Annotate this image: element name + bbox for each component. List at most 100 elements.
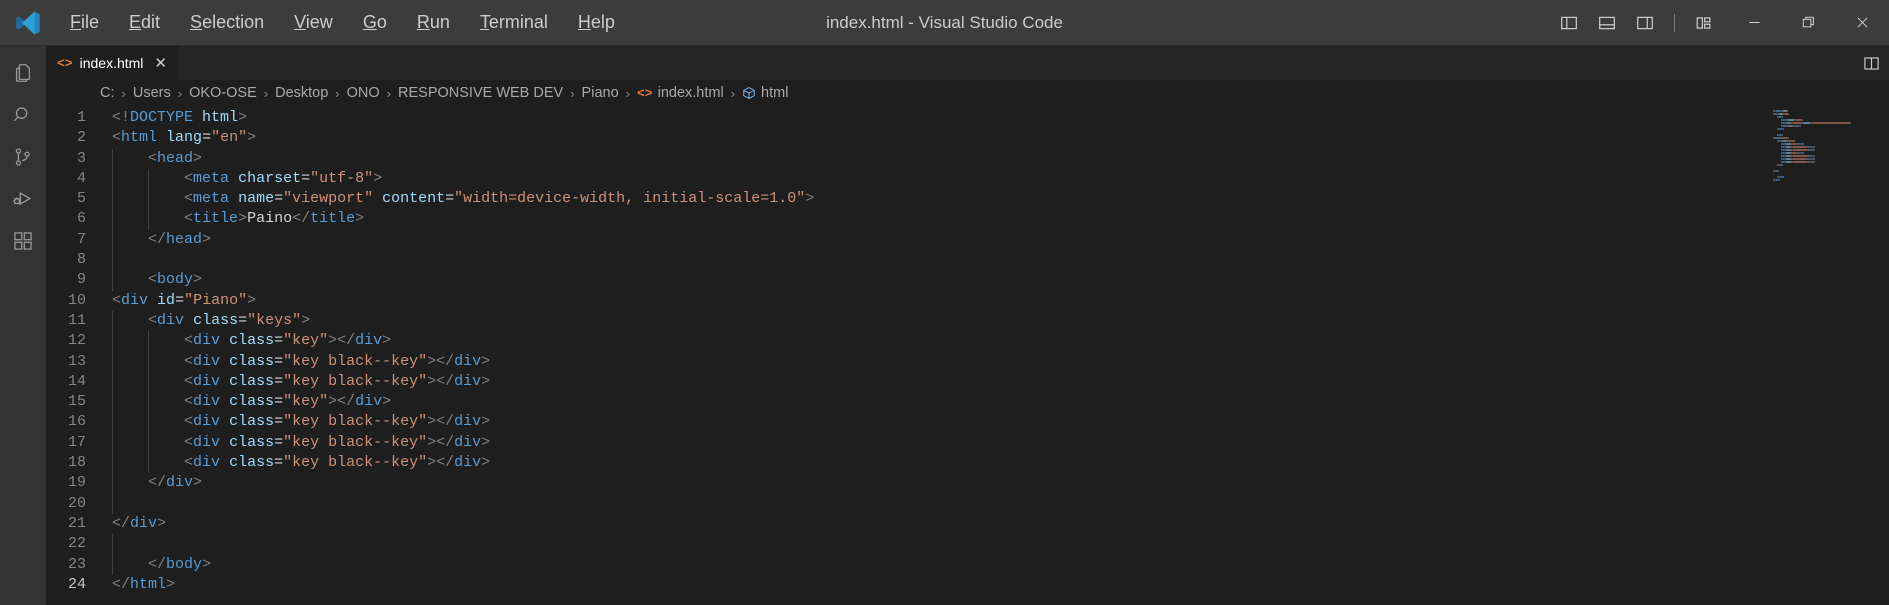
workbench-body: <> index.html ✕ C: › Users › OKO-OSE › D… <box>0 46 1889 605</box>
minimap-line-segment <box>1802 119 1803 121</box>
toggle-primary-sidebar-icon[interactable] <box>1552 6 1586 40</box>
code-line-text: <div class="keys"> <box>148 311 311 329</box>
line-number: 8 <box>76 251 86 269</box>
code-line[interactable]: 8 <box>46 250 1767 271</box>
minimap[interactable] <box>1767 106 1875 605</box>
line-number: 11 <box>67 311 86 329</box>
line-number: 22 <box>67 535 86 553</box>
minimap-line-segment <box>1850 122 1851 124</box>
code-line[interactable]: 21 </div> <box>46 514 1767 534</box>
line-number: 18 <box>67 454 86 472</box>
code-line[interactable]: 1 <!DOCTYPE html> <box>46 108 1767 128</box>
minimize-button[interactable] <box>1727 0 1781 46</box>
code-line[interactable]: 11 <div class="keys"> <box>46 310 1767 332</box>
sidebar-item-search[interactable] <box>0 94 46 136</box>
toggle-panel-icon[interactable] <box>1590 6 1624 40</box>
code-line-text: </head> <box>148 230 212 248</box>
code-line[interactable]: 3 <head> <box>46 148 1767 169</box>
menu-selection[interactable]: Selection <box>176 8 278 38</box>
close-button[interactable] <box>1835 0 1889 46</box>
code-line[interactable]: 6 <title>Paino</title> <box>46 209 1767 230</box>
html-file-icon: <> <box>636 85 653 101</box>
toggle-secondary-sidebar-icon[interactable] <box>1628 6 1662 40</box>
code-line-text: <!DOCTYPE html> <box>112 109 248 126</box>
code-line[interactable]: 17 <div class="key black--key"></div> <box>46 432 1767 454</box>
menu-edit[interactable]: Edit <box>115 8 174 38</box>
code-line[interactable]: 20 <box>46 493 1767 514</box>
sidebar-item-source-control[interactable] <box>0 136 46 178</box>
code-line[interactable]: 14 <div class="key black--key"></div> <box>46 371 1767 393</box>
code-line[interactable]: 5 <meta name="viewport" content="width=d… <box>46 189 1767 210</box>
minimap-line-segment <box>1779 179 1780 181</box>
breadcrumb-item-drive[interactable]: C: <box>99 85 116 101</box>
breadcrumb-item-html-symbol[interactable]: html <box>741 85 789 101</box>
breadcrumb-item-ono[interactable]: ONO <box>346 85 381 101</box>
menu-go[interactable]: Go <box>349 8 401 38</box>
menu-file[interactable]: File <box>56 8 113 38</box>
editor-group: <> index.html ✕ C: › Users › OKO-OSE › D… <box>46 46 1889 605</box>
code-line[interactable]: 18 <div class="key black--key"></div> <box>46 453 1767 474</box>
breadcrumb-item-users[interactable]: Users <box>132 85 172 101</box>
menu-terminal[interactable]: Terminal <box>466 8 562 38</box>
vscode-logo-icon <box>0 10 56 36</box>
code-line[interactable]: 16 <div class="key black--key"></div> <box>46 412 1767 433</box>
breadcrumb-item-desktop[interactable]: Desktop <box>274 85 329 101</box>
minimap-line-segment <box>1795 119 1802 121</box>
breadcrumb-separator: › <box>177 85 183 101</box>
code-line[interactable]: 10 <div id="Piano"> <box>46 291 1767 311</box>
line-number: 24 <box>67 575 86 593</box>
menu-view-label: iew <box>305 11 333 32</box>
sidebar-item-run-debug[interactable] <box>0 178 46 220</box>
code-editor[interactable]: 1 <!DOCTYPE html> 2 <html lang="en"> 3 <head… <box>46 106 1889 605</box>
code-line[interactable]: 19 </div> <box>46 473 1767 494</box>
minimap-line-segment <box>1792 122 1802 124</box>
breadcrumb-item-oko-ose[interactable]: OKO-OSE <box>188 85 258 101</box>
code-line[interactable]: 13 <div class="key black--key"></div> <box>46 351 1767 372</box>
code-line-text: </body> <box>148 555 212 573</box>
tab-index-html[interactable]: <> index.html ✕ <box>46 46 179 80</box>
customize-layout-icon[interactable] <box>1687 6 1721 40</box>
code-line[interactable]: 22 <box>46 534 1767 555</box>
minimap-line-segment <box>1778 170 1779 172</box>
breadcrumb-item-piano[interactable]: Piano <box>581 85 620 101</box>
code-line[interactable]: 15 <div class="key"></div> <box>46 392 1767 413</box>
line-number: 3 <box>76 149 86 167</box>
code-line-text: <div class="key black--key"></div> <box>184 454 491 472</box>
code-line[interactable]: 9 <body> <box>46 270 1767 291</box>
menu-run[interactable]: Run <box>403 8 464 38</box>
sidebar-item-extensions[interactable] <box>0 220 46 262</box>
split-editor-right-icon[interactable] <box>1853 46 1889 80</box>
code-line[interactable]: 23 </body> <box>46 554 1767 575</box>
code-line[interactable]: 12 <div class="key"></div> <box>46 331 1767 352</box>
editor-vertical-scrollbar[interactable] <box>1875 106 1889 605</box>
code-scroll-area[interactable]: 1 <!DOCTYPE html> 2 <html lang="en"> 3 <head… <box>46 106 1767 605</box>
code-line-text: <head> <box>148 149 203 167</box>
restore-button[interactable] <box>1781 0 1835 46</box>
close-icon[interactable]: ✕ <box>154 56 167 71</box>
code-line[interactable]: 2 <html lang="en"> <box>46 128 1767 148</box>
code-line[interactable]: 7 </head> <box>46 229 1767 251</box>
minimap-line-segment <box>1781 137 1788 139</box>
line-number: 12 <box>67 332 86 350</box>
breadcrumb-item-responsive-web-dev[interactable]: RESPONSIVE WEB DEV <box>397 85 564 101</box>
sidebar-item-explorer[interactable] <box>0 52 46 94</box>
line-number: 14 <box>67 372 86 390</box>
line-number: 2 <box>76 129 86 147</box>
breadcrumb-separator: › <box>121 85 126 101</box>
code-line-text: <meta name="viewport" content="width=dev… <box>184 190 815 208</box>
editor-tab-bar: <> index.html ✕ <box>46 46 1889 80</box>
code-line[interactable]: 24 </html> <box>46 575 1767 595</box>
code-line[interactable]: 4 <meta charset="utf-8"> <box>46 168 1767 190</box>
code-line-text: <div class="key black--key"></div> <box>184 372 491 390</box>
menu-terminal-label: erminal <box>488 11 548 32</box>
menu-help[interactable]: Help <box>564 8 629 38</box>
line-number: 5 <box>76 190 86 208</box>
breadcrumb-item-index-html[interactable]: <> index.html <box>636 85 725 101</box>
code-content[interactable]: 1 <!DOCTYPE html> 2 <html lang="en"> 3 <head… <box>46 106 1767 595</box>
tab-bar-filler <box>179 46 1889 80</box>
menu-view[interactable]: View <box>280 8 347 38</box>
html-file-icon: <> <box>57 55 73 71</box>
line-number: 7 <box>76 230 86 248</box>
minimap-line-segment <box>1803 152 1804 154</box>
